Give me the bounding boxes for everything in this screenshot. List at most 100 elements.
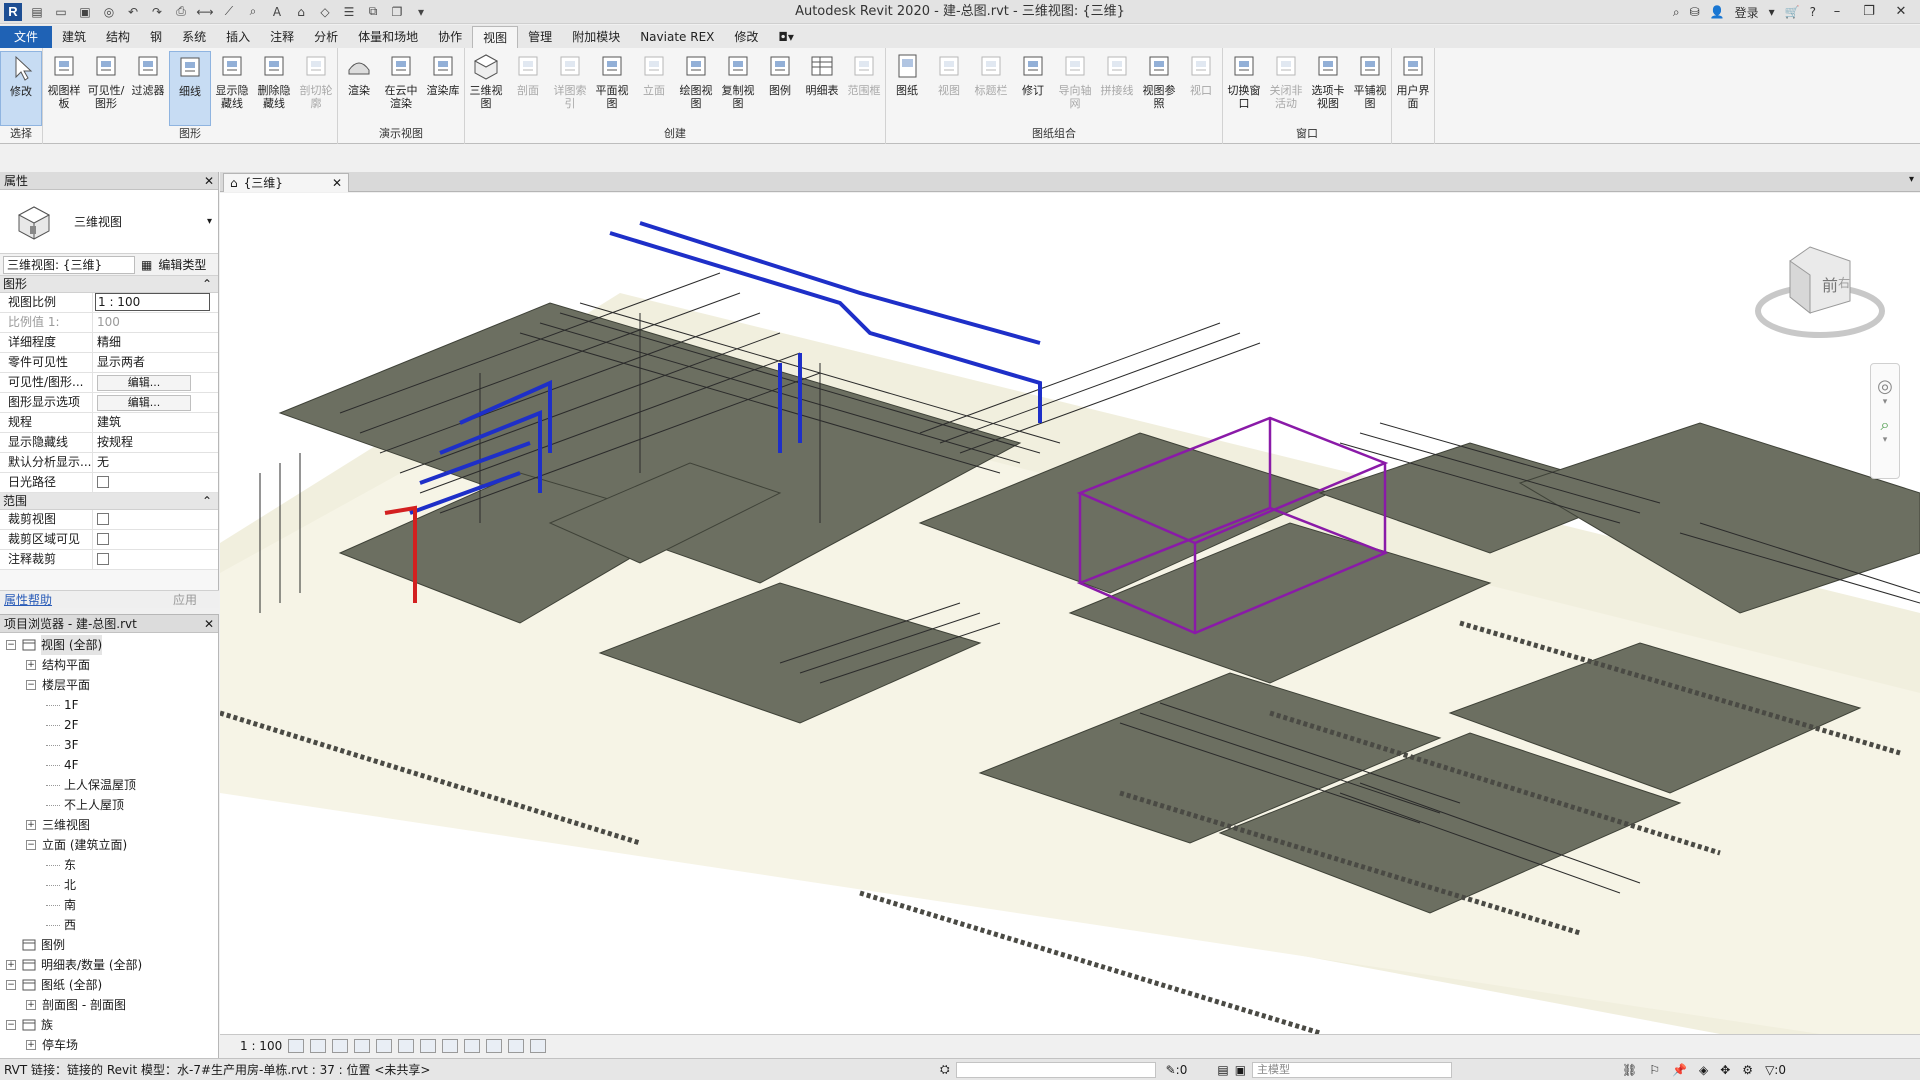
analytical-model-icon[interactable] [530, 1038, 547, 1053]
browser-node[interactable]: − 族 [0, 1015, 218, 1035]
chevron-down-icon[interactable]: ▾ [1871, 435, 1899, 445]
tab-2[interactable]: 结构 [96, 26, 140, 48]
collapse-icon[interactable]: − [6, 1020, 16, 1030]
edit-type-button[interactable]: 编辑类型 [158, 256, 206, 273]
print-icon[interactable]: ⎙ [172, 3, 190, 21]
viewcube-front-label[interactable]: 前 [1822, 276, 1838, 295]
schedule-button[interactable]: 明细表 [801, 51, 843, 126]
restore-button[interactable]: ❐ [1858, 2, 1880, 22]
collapse-icon[interactable]: ⌃ [202, 493, 212, 509]
browser-node[interactable]: + 结构平面 [0, 655, 218, 675]
tab-8[interactable]: 体量和场地 [348, 26, 428, 48]
design-options-icon[interactable]: ▤ [1217, 1063, 1228, 1077]
dimension-icon[interactable]: ⟋ [220, 3, 238, 21]
property-group-header[interactable]: 图形 ⌃ [0, 276, 218, 293]
browser-node[interactable]: 南 [0, 895, 218, 915]
collapse-icon[interactable]: ⌃ [202, 276, 212, 292]
shadows-icon[interactable] [354, 1038, 371, 1053]
close-button[interactable]: ✕ [1890, 2, 1912, 22]
tab-5[interactable]: 插入 [216, 26, 260, 48]
legend-button[interactable]: 图例 [759, 51, 801, 126]
render-dialog-icon[interactable] [376, 1038, 393, 1053]
browser-node[interactable]: 3F [0, 735, 218, 755]
crop-region-icon[interactable] [420, 1038, 437, 1053]
property-group-header[interactable]: 范围 ⌃ [0, 493, 218, 510]
filter-icon[interactable]: ▽ [1765, 1063, 1774, 1077]
tab-13[interactable]: Naviate REX [630, 26, 724, 48]
close-icon[interactable]: ✕ [332, 174, 342, 192]
3d-view-button[interactable]: 三维视图 [465, 51, 507, 126]
browser-node[interactable]: 上人保温屋顶 [0, 775, 218, 795]
viewcube[interactable]: 前 右 [1750, 239, 1890, 349]
background-process-icon[interactable]: ⚙ [1742, 1063, 1753, 1077]
visual-style-icon[interactable] [310, 1038, 327, 1053]
collapse-icon[interactable]: − [6, 980, 16, 990]
drag-on-selection-icon[interactable]: ✥ [1720, 1063, 1730, 1077]
cart-icon[interactable]: 🛒 [1785, 5, 1800, 19]
close-hidden-icon[interactable]: ⧉ [364, 3, 382, 21]
tab-1[interactable]: 建筑 [52, 26, 96, 48]
browser-node[interactable]: + 停车场 [0, 1035, 218, 1055]
design-option-dropdown[interactable]: 主模型 [1252, 1061, 1453, 1078]
title-block-button[interactable]: 标题栏 [970, 51, 1012, 126]
close-icon[interactable]: ✕ [204, 174, 214, 188]
tab-views-button[interactable]: 选项卡视图 [1307, 51, 1349, 126]
remove-hidden-button[interactable]: 删除隐藏线 [253, 51, 295, 126]
scope-box-button[interactable]: 范围框 [843, 51, 885, 126]
collapse-icon[interactable]: − [26, 840, 36, 850]
open-icon[interactable]: ▭ [52, 3, 70, 21]
minimize-button[interactable]: – [1826, 2, 1848, 22]
temporary-hide-icon[interactable] [464, 1038, 481, 1053]
close-icon[interactable]: ✕ [204, 617, 214, 631]
reveal-hidden-icon[interactable] [486, 1038, 503, 1053]
cut-profile-button[interactable]: 剖切轮廓 [295, 51, 337, 126]
browser-node[interactable]: 西 [0, 915, 218, 935]
tab-10[interactable]: 视图 [472, 26, 519, 48]
sun-path-icon[interactable] [332, 1038, 349, 1053]
browser-node[interactable]: 北 [0, 875, 218, 895]
steering-wheel-icon[interactable]: ◎ [1871, 376, 1899, 397]
customize-qat-icon[interactable]: ▾ [412, 3, 430, 21]
crop-view-icon[interactable] [398, 1038, 415, 1053]
lock-3d-icon[interactable] [442, 1038, 459, 1053]
thin-lines-icon[interactable]: ☰ [340, 3, 358, 21]
property-checkbox[interactable] [97, 533, 109, 545]
view-tab-3d[interactable]: ⌂ {三维} ✕ [223, 173, 349, 192]
expand-icon[interactable]: + [26, 660, 36, 670]
tab-9[interactable]: 协作 [428, 26, 472, 48]
search-icon[interactable]: ⌕ [1673, 5, 1680, 20]
collapse-icon[interactable]: − [26, 680, 36, 690]
property-checkbox[interactable] [97, 476, 109, 488]
expand-icon[interactable] [6, 940, 16, 950]
property-checkbox[interactable] [97, 553, 109, 565]
tag-icon[interactable]: ⌕ [244, 3, 262, 21]
worksharing-display-icon[interactable] [508, 1038, 525, 1053]
undo-icon[interactable]: ↶ [124, 3, 142, 21]
cursor-button[interactable]: 修改 [0, 51, 42, 126]
home-icon[interactable]: ▤ [28, 3, 46, 21]
tab-4[interactable]: 系统 [172, 26, 216, 48]
property-value-cell[interactable] [93, 550, 218, 569]
switch-windows-icon[interactable]: ❐ [388, 3, 406, 21]
zoom-icon[interactable]: ⌕ [1871, 415, 1899, 435]
viewport-button[interactable]: 视口 [1180, 51, 1222, 126]
measure-icon[interactable]: ⟷ [196, 3, 214, 21]
ribbon-minimize-icon[interactable]: ◘▾ [768, 26, 804, 48]
property-value-cell[interactable]: 显示两者 [93, 353, 218, 372]
select-pinned-icon[interactable]: 📌 [1672, 1063, 1687, 1077]
default-3d-icon[interactable]: ⌂ [292, 3, 310, 21]
property-input[interactable]: 1 : 100 [95, 293, 210, 311]
view-button[interactable]: 视图 [928, 51, 970, 126]
section-button[interactable]: 剖面 [507, 51, 549, 126]
property-value-cell[interactable]: 按规程 [93, 433, 218, 452]
view-reference-button[interactable]: 视图参照 [1138, 51, 1180, 126]
3d-view-canvas[interactable]: 前 右 ◎ ▾ ⌕ ▾ [220, 193, 1920, 1034]
browser-node[interactable]: + 剖面图 - 剖面图 [0, 995, 218, 1015]
tab-menu-icon[interactable]: ▾ [1909, 174, 1914, 185]
guide-grid-button[interactable]: 导向轴网 [1054, 51, 1096, 126]
property-value-cell[interactable] [93, 473, 218, 492]
chevron-down-icon[interactable]: ▾ [1871, 397, 1899, 407]
property-value-cell[interactable]: 编辑... [93, 393, 218, 412]
collapse-icon[interactable]: − [6, 640, 16, 650]
workset-dropdown[interactable] [955, 1061, 1156, 1078]
